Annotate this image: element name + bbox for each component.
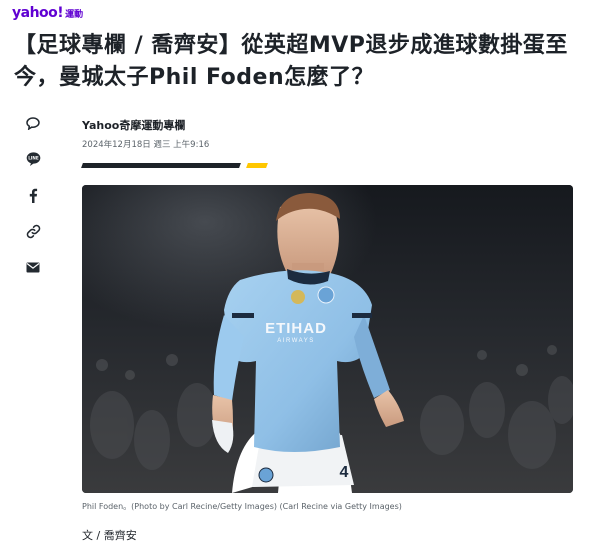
share-rail: LINE: [22, 113, 44, 293]
article-credit: 文 / 喬齊安: [82, 529, 137, 542]
line-icon: LINE: [26, 152, 40, 166]
site-brand[interactable]: yahoo! 運動: [12, 5, 83, 23]
divider-accent: [246, 163, 268, 168]
comment-button[interactable]: [23, 113, 43, 133]
facebook-share-button[interactable]: [23, 185, 43, 205]
email-share-button[interactable]: [23, 257, 43, 277]
svg-text:LINE: LINE: [28, 156, 39, 161]
article-headline: 【足球專欄 / 喬齊安】從英超MVP退步成進球數掛蛋至今，曼城太子Phil Fo…: [14, 33, 568, 90]
copy-link-button[interactable]: [23, 221, 43, 241]
image-caption: Phil Foden。(Photo by Carl Recine/Getty I…: [82, 502, 402, 511]
line-share-button[interactable]: LINE: [23, 149, 43, 169]
divider-bar: [81, 163, 241, 168]
yahoo-logo[interactable]: yahoo!: [12, 5, 64, 21]
jersey-sponsor: ETIHAD: [265, 320, 327, 337]
link-icon: [26, 224, 40, 238]
author-name[interactable]: Yahoo奇摩運動專欄: [82, 117, 209, 133]
brand-section-label: 運動: [65, 10, 84, 20]
jersey-sponsor-sub: AIRWAYS: [277, 338, 314, 344]
publish-date: 2024年12月18日 週三 上午9:16: [82, 140, 210, 150]
player-photo: ETIHAD AIRWAYS 4: [82, 185, 573, 493]
byline: Yahoo奇摩運動專欄 2024年12月18日 週三 上午9:16: [82, 117, 209, 150]
email-icon: [26, 262, 40, 272]
comment-icon: [26, 116, 40, 130]
hero-image[interactable]: ETIHAD AIRWAYS 4: [82, 185, 573, 493]
facebook-icon: [29, 188, 38, 203]
jersey-number: 4: [340, 464, 349, 481]
